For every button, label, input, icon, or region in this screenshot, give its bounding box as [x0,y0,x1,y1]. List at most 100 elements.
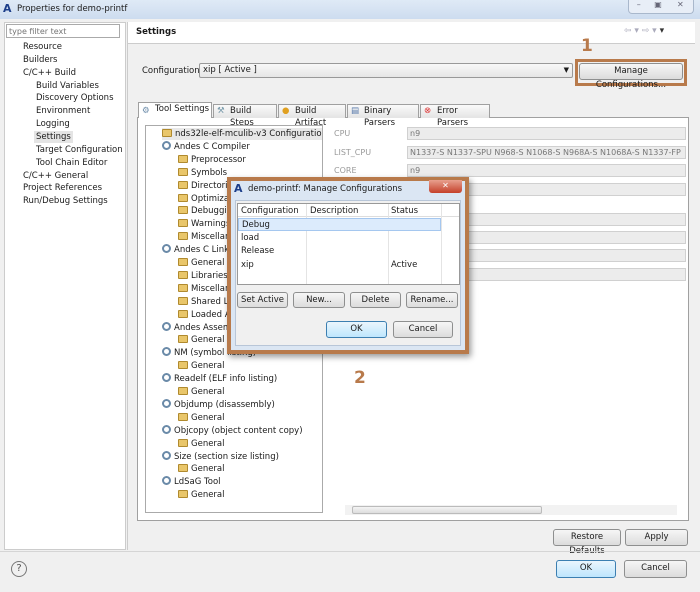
tree-item-label: Andes C Compiler [174,141,250,152]
nav-item-c-c-general[interactable]: C/C++ General [23,170,88,182]
minimize-icon[interactable]: – [629,0,648,13]
config-name: Release [241,246,275,256]
tree-item[interactable]: Symbols [178,167,227,179]
nav-item-tool-chain-editor[interactable]: Tool Chain Editor [36,157,107,169]
settings-header: Settings ⇦ ▾ ⇨ ▾ ▾ [128,22,695,44]
tree-item[interactable]: Readelf (ELF info listing) [162,373,277,385]
column-header[interactable]: Status [391,205,418,217]
table-row[interactable]: Debug [238,218,441,231]
tree-item-label: General [191,490,225,501]
tab-label: Tool Settings [155,104,210,114]
folder-icon [178,309,188,318]
nav-item-discovery-options[interactable]: Discovery Options [36,92,114,104]
new-button[interactable]: New... [293,292,345,308]
horizontal-scrollbar[interactable] [345,505,677,515]
tree-item[interactable]: Size (section size listing) [162,450,279,463]
tab-binary-parsers[interactable]: ▤ Binary Parsers [347,104,419,128]
tree-item-label: General [191,438,225,449]
rename-button[interactable]: Rename... [406,292,458,308]
apply-button[interactable]: Apply [625,529,688,546]
tree-item[interactable]: nds32le-elf-mculib-v3 Configurations [162,128,323,140]
folder-icon [178,193,188,202]
tree-item[interactable]: General [178,463,225,475]
tree-item-label: General [191,464,225,475]
tree-item-label: Readelf (ELF info listing) [174,374,278,385]
help-icon[interactable]: ? [11,561,27,577]
tree-item[interactable]: Warnings [178,218,230,230]
tool-gear-icon [162,244,171,254]
cancel-button[interactable]: Cancel [624,560,687,578]
footer-divider [0,551,700,552]
dialog-cancel-button[interactable]: Cancel [393,321,453,338]
column-header[interactable]: Description [310,205,358,217]
tree-item[interactable]: General [178,360,225,372]
tree-item[interactable]: Objcopy (object content copy) [162,424,303,437]
property-label: LIST_CPU [334,147,372,157]
property-field[interactable]: N1337-S N1337-SPU N968-S N1068-S N968A-S… [407,145,686,159]
tree-item-label: Loaded A [191,309,231,320]
tab-build-artifact[interactable]: ● Build Artifact [278,104,346,128]
property-field[interactable]: n9 [407,127,686,140]
column-header[interactable]: Configuration [241,205,299,217]
tree-item-label: LdSaG Tool [174,477,221,488]
config-status: Active [391,259,418,270]
nav-item-build-variables[interactable]: Build Variables [36,80,99,92]
dialog-ok-button[interactable]: OK [326,321,387,338]
tree-item[interactable]: Loaded A [178,309,231,321]
table-row[interactable]: xip Active [238,259,441,272]
folder-icon [178,387,188,395]
tree-item-label: nds32le-elf-mculib-v3 Configurations [175,129,323,139]
tree-item[interactable]: General [178,438,225,450]
table-row[interactable]: load [238,232,441,245]
restore-defaults-button[interactable]: Restore Defaults [553,529,621,556]
app-logo-icon: A [3,2,12,15]
tree-item[interactable]: Objdump (disassembly) [162,398,275,411]
tree-item[interactable]: Andes C Compiler [162,140,250,153]
tab-build-steps[interactable]: ⚒ Build Steps [213,104,277,128]
tree-item[interactable]: LdSaG Tool [162,476,221,488]
nav-item-logging[interactable]: Logging [36,118,70,130]
back-forward-icon[interactable]: ⇦ ▾ ⇨ ▾ ▾ [624,26,664,36]
nav-item-project-references[interactable]: Project References [23,182,102,194]
configuration-select[interactable]: xip [ Active ] ▼ [199,63,573,78]
tree-item[interactable]: General [178,257,225,269]
folder-icon [178,232,188,241]
set-active-button[interactable]: Set Active [237,292,288,308]
tool-gear-icon [162,476,171,486]
folder-icon [178,270,188,279]
manage-configurations-button[interactable]: Manage Configurations... [579,63,683,90]
scrollbar-thumb[interactable] [352,506,542,514]
delete-button[interactable]: Delete [350,292,401,308]
nav-item-run-debug-settings[interactable]: Run/Debug Settings [23,195,108,207]
tree-item[interactable]: General [178,386,225,398]
folder-icon [178,258,188,266]
tree-item[interactable]: General [178,334,225,346]
tab-label: Binary Parsers [364,106,396,128]
tab-tool-settings[interactable]: ⚙ Tool Settings [138,102,212,118]
close-icon[interactable]: ✕ [668,0,693,13]
filter-input[interactable] [6,24,120,38]
tree-item[interactable]: General [178,412,225,424]
nav-item-builders[interactable]: Builders [23,54,58,66]
nav-item-c-c-build[interactable]: C/C++ Build [23,67,76,79]
tree-item[interactable]: Libraries [178,270,228,282]
tree-item-label: General [191,361,225,372]
tree-item[interactable]: Preprocessor [178,154,246,166]
table-row[interactable]: Release [238,245,441,258]
config-name: load [241,232,260,243]
nav-item-settings[interactable]: Settings [34,130,73,143]
tool-gear-icon [162,321,171,331]
nav-item-environment[interactable]: Environment [36,105,90,117]
tree-item[interactable]: General [178,489,225,501]
dialog-close-icon[interactable]: ✕ [429,180,462,193]
folder-icon [178,219,188,228]
maximize-icon[interactable]: ▣ [648,0,667,13]
configuration-value: xip [ Active ] [203,65,257,75]
tree-item-label: Size (section size listing) [174,451,279,462]
nav-item-resource[interactable]: Resource [23,41,62,53]
ok-button[interactable]: OK [556,560,616,578]
tab-error-parsers[interactable]: ⊗ Error Parsers [420,104,490,128]
nav-item-target-configuration[interactable]: Target Configuration [36,144,123,156]
property-field[interactable]: n9 [407,164,686,177]
tree-item-label: General [191,387,225,397]
